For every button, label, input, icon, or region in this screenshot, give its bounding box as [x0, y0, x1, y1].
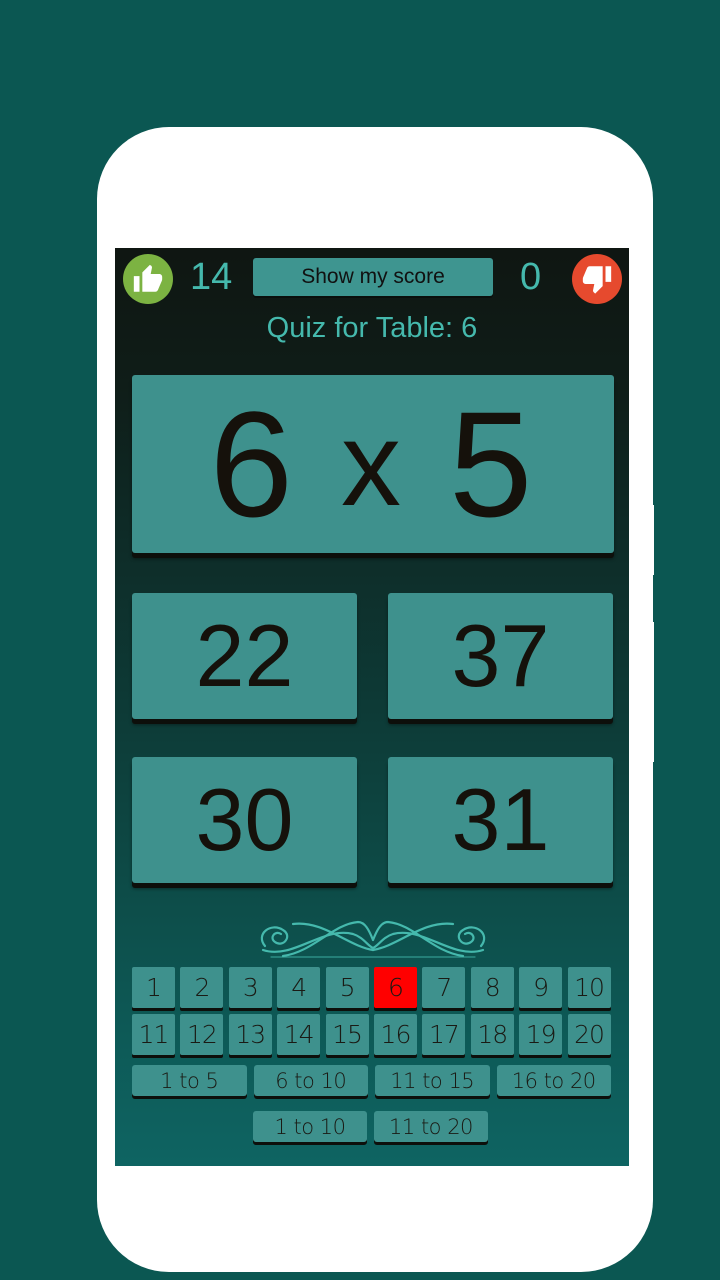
- table-button-9[interactable]: 9: [519, 967, 563, 1008]
- answer-option-3[interactable]: 30: [132, 757, 357, 883]
- range-button-1-to-5[interactable]: 1 to 5: [132, 1065, 247, 1096]
- range-button-6-to-10[interactable]: 6 to 10: [253, 1065, 368, 1096]
- show-score-button[interactable]: Show my score: [253, 258, 493, 296]
- table-button-12[interactable]: 12: [180, 1014, 224, 1055]
- table-button-17[interactable]: 17: [422, 1014, 466, 1055]
- table-button-3[interactable]: 3: [228, 967, 272, 1008]
- table-button-5[interactable]: 5: [325, 967, 369, 1008]
- table-button-8[interactable]: 8: [470, 967, 514, 1008]
- table-button-7[interactable]: 7: [422, 967, 466, 1008]
- phone-power-button: [649, 622, 654, 762]
- table-button-13[interactable]: 13: [228, 1014, 272, 1055]
- table-button-16[interactable]: 16: [373, 1014, 417, 1055]
- correct-count: 14: [190, 256, 233, 298]
- range-selector-row: 1 to 5 6 to 10 11 to 15 16 to 20: [132, 1065, 611, 1096]
- score-bar: 14 Show my score 0: [115, 248, 629, 308]
- range-button-11-to-20[interactable]: 11 to 20: [374, 1111, 488, 1142]
- range-button-11-to-15[interactable]: 11 to 15: [375, 1065, 490, 1096]
- table-button-14[interactable]: 14: [277, 1014, 321, 1055]
- table-button-10[interactable]: 10: [567, 967, 611, 1008]
- wrong-count: 0: [520, 256, 542, 298]
- range-button-1-to-10[interactable]: 1 to 10: [253, 1111, 367, 1142]
- phone-volume-button: [649, 505, 654, 575]
- question-right-operand: 5: [449, 379, 537, 548]
- table-selector-grid: 1 2 3 4 5 6 7 8 9 10 11 12 13 14 15 16 17 18 19 20: [132, 967, 613, 1055]
- table-button-6[interactable]: 6: [373, 967, 417, 1008]
- thumbs-down-icon: [572, 254, 622, 304]
- question-card: 6 x 5: [132, 375, 614, 553]
- quiz-title: Quiz for Table: 6: [266, 312, 478, 344]
- table-button-11[interactable]: 11: [132, 1014, 175, 1055]
- combined-range-row: 1 to 10 11 to 20: [253, 1111, 488, 1142]
- app-screen: 14 Show my score 0 Quiz for Table: 6 6 x…: [115, 248, 629, 1166]
- answer-option-4[interactable]: 31: [388, 757, 613, 883]
- thumbs-up-icon: [123, 254, 173, 304]
- table-button-18[interactable]: 18: [470, 1014, 514, 1055]
- table-button-19[interactable]: 19: [519, 1014, 563, 1055]
- question-left-operand: 6: [209, 379, 297, 548]
- ornament-divider-icon: [260, 920, 486, 958]
- table-button-1[interactable]: 1: [132, 967, 175, 1008]
- answer-option-2[interactable]: 37: [388, 593, 613, 719]
- table-button-15[interactable]: 15: [325, 1014, 369, 1055]
- table-button-2[interactable]: 2: [180, 967, 224, 1008]
- table-button-20[interactable]: 20: [567, 1014, 611, 1055]
- answer-option-1[interactable]: 22: [132, 593, 357, 719]
- range-button-16-to-20[interactable]: 16 to 20: [496, 1065, 611, 1096]
- table-button-4[interactable]: 4: [277, 967, 321, 1008]
- question-operator: x: [341, 397, 405, 531]
